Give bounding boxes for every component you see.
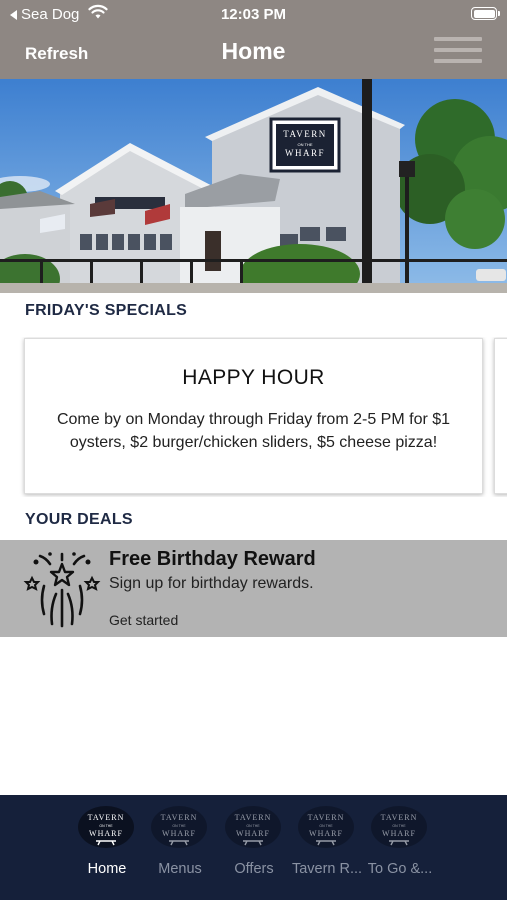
header-bar: Sea Dog 12:03 PM Refresh Home xyxy=(0,0,507,79)
tavern-logo-icon: TAVERN ON THE WHARF xyxy=(298,806,354,848)
tab-to-go[interactable]: TAVERN ON THE WHARF To Go &... xyxy=(363,795,437,900)
tab-home[interactable]: TAVERN ON THE WHARF Home xyxy=(70,795,144,900)
status-time: 12:03 PM xyxy=(220,6,287,23)
tab-logo-line2: ON THE xyxy=(319,824,333,828)
tab-label: Menus xyxy=(158,861,202,877)
tab-logo-line1: TAVERN xyxy=(308,813,345,822)
specials-carousel[interactable]: HAPPY HOUR Come by on Monday through Fri… xyxy=(0,337,507,497)
special-card-text: Come by on Monday through Friday from 2-… xyxy=(56,411,451,451)
special-card-next-peek[interactable] xyxy=(494,338,507,494)
tab-logo-line2: ON THE xyxy=(246,824,260,828)
tab-logo-line2: ON THE xyxy=(99,824,113,828)
tab-logo-line3: WHARF xyxy=(89,829,123,838)
tavern-logo-icon: TAVERN ON THE WHARF xyxy=(225,806,281,848)
tab-logo-line1: TAVERN xyxy=(161,813,198,822)
tab-offers[interactable]: TAVERN ON THE WHARF Offers xyxy=(217,795,291,900)
deal-title: Free Birthday Reward xyxy=(109,548,316,570)
tab-tavern-rewards[interactable]: TAVERN ON THE WHARF Tavern R... xyxy=(290,795,364,900)
fireworks-icon xyxy=(23,552,101,628)
tab-logo-line3: WHARF xyxy=(382,829,416,838)
home-screen: Sea Dog 12:03 PM Refresh Home TAVERN ON … xyxy=(0,0,507,900)
tab-bar: TAVERN ON THE WHARF Home TAVERN ON THE W… xyxy=(0,795,507,900)
tab-label: Offers xyxy=(234,861,274,877)
hero-image: TAVERN ON THE WHARF xyxy=(0,79,507,293)
tavern-building-photo: TAVERN ON THE WHARF xyxy=(0,79,507,293)
deals-section-label: YOUR DEALS xyxy=(25,511,133,528)
tab-label: To Go &... xyxy=(367,861,433,877)
special-card[interactable]: HAPPY HOUR Come by on Monday through Fri… xyxy=(24,338,483,494)
tavern-logo-icon: TAVERN ON THE WHARF xyxy=(151,806,207,848)
tab-menus[interactable]: TAVERN ON THE WHARF Menus xyxy=(143,795,217,900)
battery-icon xyxy=(471,7,500,20)
tab-logo-line3: WHARF xyxy=(162,829,196,838)
hamburger-menu-icon[interactable] xyxy=(434,37,482,67)
sign-text-line1: TAVERN xyxy=(283,129,327,139)
tab-logo-line3: WHARF xyxy=(309,829,343,838)
tab-label: Tavern R... xyxy=(291,861,363,877)
special-card-title: HAPPY HOUR xyxy=(182,366,325,389)
sign-text-line3: WHARF xyxy=(285,148,325,158)
deal-item[interactable]: Free Birthday Reward Sign up for birthda… xyxy=(0,540,507,637)
tavern-logo-icon: TAVERN ON THE WHARF xyxy=(371,806,427,848)
tab-label: Home xyxy=(87,861,127,877)
deal-subtitle: Sign up for birthday rewards. xyxy=(109,575,314,592)
tab-logo-line1: TAVERN xyxy=(381,813,418,822)
sign-text-line2: ON THE xyxy=(297,142,312,147)
tab-logo-line2: ON THE xyxy=(172,824,186,828)
tab-logo-line2: ON THE xyxy=(392,824,406,828)
status-bar: Sea Dog 12:03 PM xyxy=(0,0,507,28)
refresh-button[interactable]: Refresh xyxy=(25,44,88,64)
tab-logo-line3: WHARF xyxy=(236,829,270,838)
specials-section-label: FRIDAY'S SPECIALS xyxy=(25,302,188,319)
tab-logo-line1: TAVERN xyxy=(235,813,272,822)
tab-logo-line1: TAVERN xyxy=(88,813,125,822)
tavern-logo-icon: TAVERN ON THE WHARF xyxy=(78,806,134,848)
deal-get-started-link[interactable]: Get started xyxy=(109,612,178,628)
